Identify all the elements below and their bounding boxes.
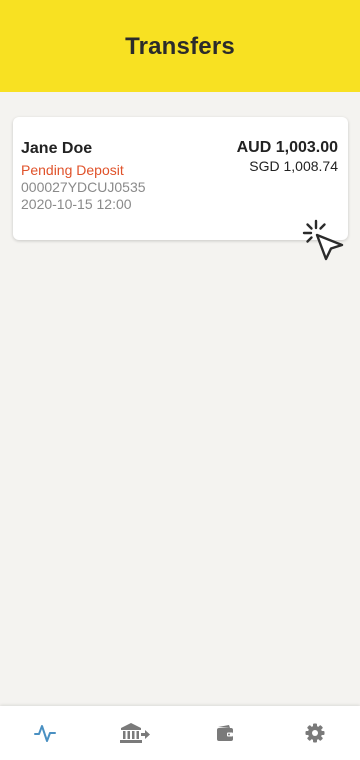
recipient-name: Jane Doe [21, 140, 93, 157]
gear-icon [305, 723, 325, 743]
page-title: Transfers [125, 33, 235, 60]
receive-amount: SGD 1,008.74 [249, 158, 338, 174]
wallet-icon [217, 725, 233, 741]
app-header: Transfers [0, 0, 360, 92]
tab-wallet[interactable] [180, 706, 270, 760]
activity-icon [34, 725, 56, 742]
tab-settings[interactable] [270, 706, 360, 760]
bank-transfer-icon [120, 723, 150, 743]
transfer-card[interactable]: Jane Doe Pending Deposit 000027YDCUJ0535… [13, 117, 348, 240]
send-amount: AUD 1,003.00 [236, 139, 338, 156]
bottom-tab-bar [0, 706, 360, 760]
tab-bank-transfer[interactable] [90, 706, 180, 760]
transfers-list: Jane Doe Pending Deposit 000027YDCUJ0535… [0, 92, 360, 706]
transfer-datetime: 2020-10-15 12:00 [21, 196, 132, 212]
transfer-reference: 000027YDCUJ0535 [21, 179, 146, 195]
tab-activity[interactable] [0, 706, 90, 760]
click-cursor-icon [302, 219, 344, 261]
transfer-status: Pending Deposit [21, 162, 124, 178]
